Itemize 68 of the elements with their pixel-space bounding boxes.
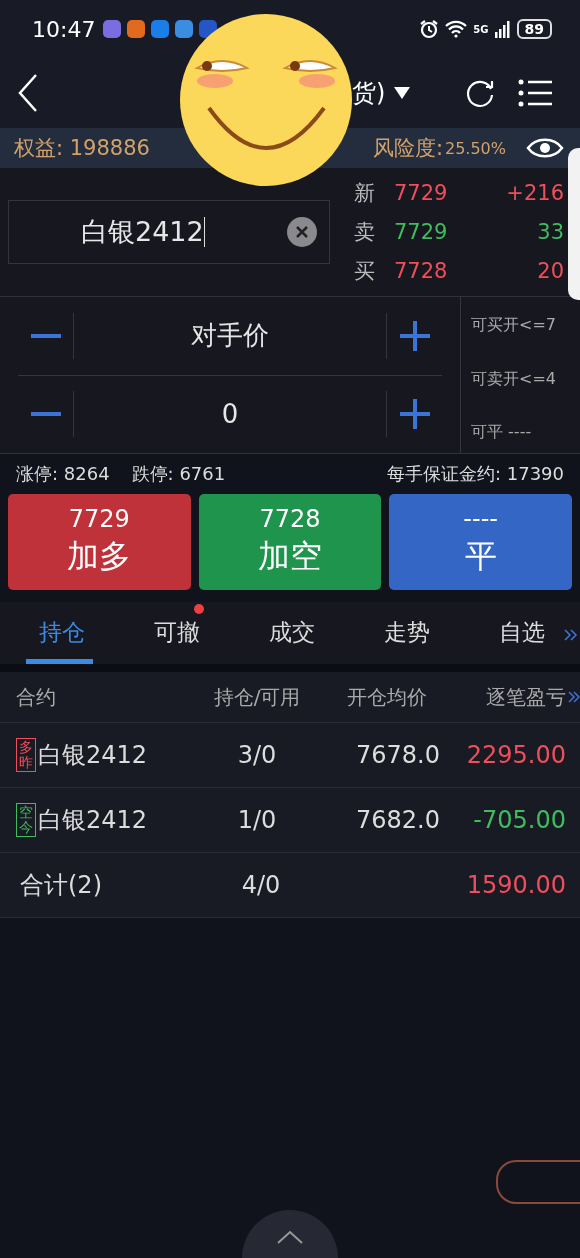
table-cell-text: 白银2412 [38,740,148,771]
menu-icon[interactable] [518,78,552,108]
back-icon[interactable] [16,73,40,113]
floating-button[interactable] [496,1160,580,1204]
quote-volume: +216 [506,181,564,205]
order-button[interactable]: 7729 加多 [8,494,191,590]
app-icon [103,20,122,38]
contract-field[interactable]: 白银2412 [8,200,330,264]
clear-icon[interactable] [287,217,317,247]
minus-icon [30,333,61,338]
column-header: 开仓均价 [346,683,428,711]
quote-price: 7729 [394,181,448,205]
tab[interactable]: 可撤 [119,602,235,664]
quote-volume: 20 [537,259,564,283]
tab[interactable]: 持仓 [4,602,120,664]
tab[interactable]: 走势 [349,602,465,664]
table-cell-text: 1590.00 [465,871,566,899]
table-cell-text: 1/0 [236,806,278,834]
order-button[interactable]: ---- 平 [389,494,572,590]
limit-up-price: 涨停: 8264 [16,462,110,486]
table-cell-text: 7682.0 [355,806,440,834]
battery-level: 89 [516,19,552,39]
alarm-icon [419,19,440,39]
table-cell-text: -705.00 [472,806,566,834]
app-icon [151,20,170,38]
margin-per-lot: 每手保证金约: 17390 [386,462,564,486]
limit-down-price: 跌停: 6761 [131,462,226,486]
column-header: 持仓/可用 [212,683,302,711]
table-cell-text: 2295.00 [465,741,566,769]
table-cell-text: 4/0 [240,871,282,899]
position-tag: 空今 [16,802,36,838]
dropdown-caret-icon[interactable] [393,86,412,100]
column-header: 逐笔盈亏 [485,683,566,711]
quote-price: 7728 [394,259,448,283]
risk-value: 25.50% [445,138,506,158]
available-volume: 可买开<=7 [471,315,557,336]
quote-label: 卖 [354,219,376,246]
column-header: 合约 [16,683,57,711]
more-arrows-icon[interactable] [568,690,580,704]
quote-volume: 33 [537,220,564,244]
table-cell-text: 合计(2) [19,870,103,901]
quote-price: 7729 [394,220,448,244]
tab[interactable]: 自选 [464,602,580,664]
network-label: 5G [473,23,489,35]
table-cell-text: 白银2412 [38,805,148,836]
app-icon [127,20,146,38]
more-arrows-icon[interactable] [564,628,578,642]
order-button[interactable]: 7728 加空 [198,494,382,590]
table-cell-text: 7678.0 [355,741,440,769]
available-volume: 可平 ---- [471,422,533,443]
equity-label: 权益: 198886 [14,135,150,162]
quantity-field[interactable]: 0 [74,399,386,430]
available-volume: 可卖开<=4 [471,368,557,390]
wifi-icon [445,20,468,38]
risk-label: 风险度: [372,135,443,162]
price-type-field[interactable]: 对手价 [74,318,386,354]
window-title[interactable]: 货) [352,77,386,109]
table-cell-text: 3/0 [236,741,278,769]
quote-label: 新 [354,180,376,207]
position-tag: 多昨 [16,737,36,773]
app-icon [175,20,194,38]
status-time: 10:47 [32,16,96,42]
plus-icon [399,320,430,351]
tab[interactable]: 成交 [234,602,350,664]
signal-icon [494,20,511,38]
plus-icon [399,399,430,430]
quote-label: 买 [354,258,376,285]
minus-icon [30,412,61,417]
